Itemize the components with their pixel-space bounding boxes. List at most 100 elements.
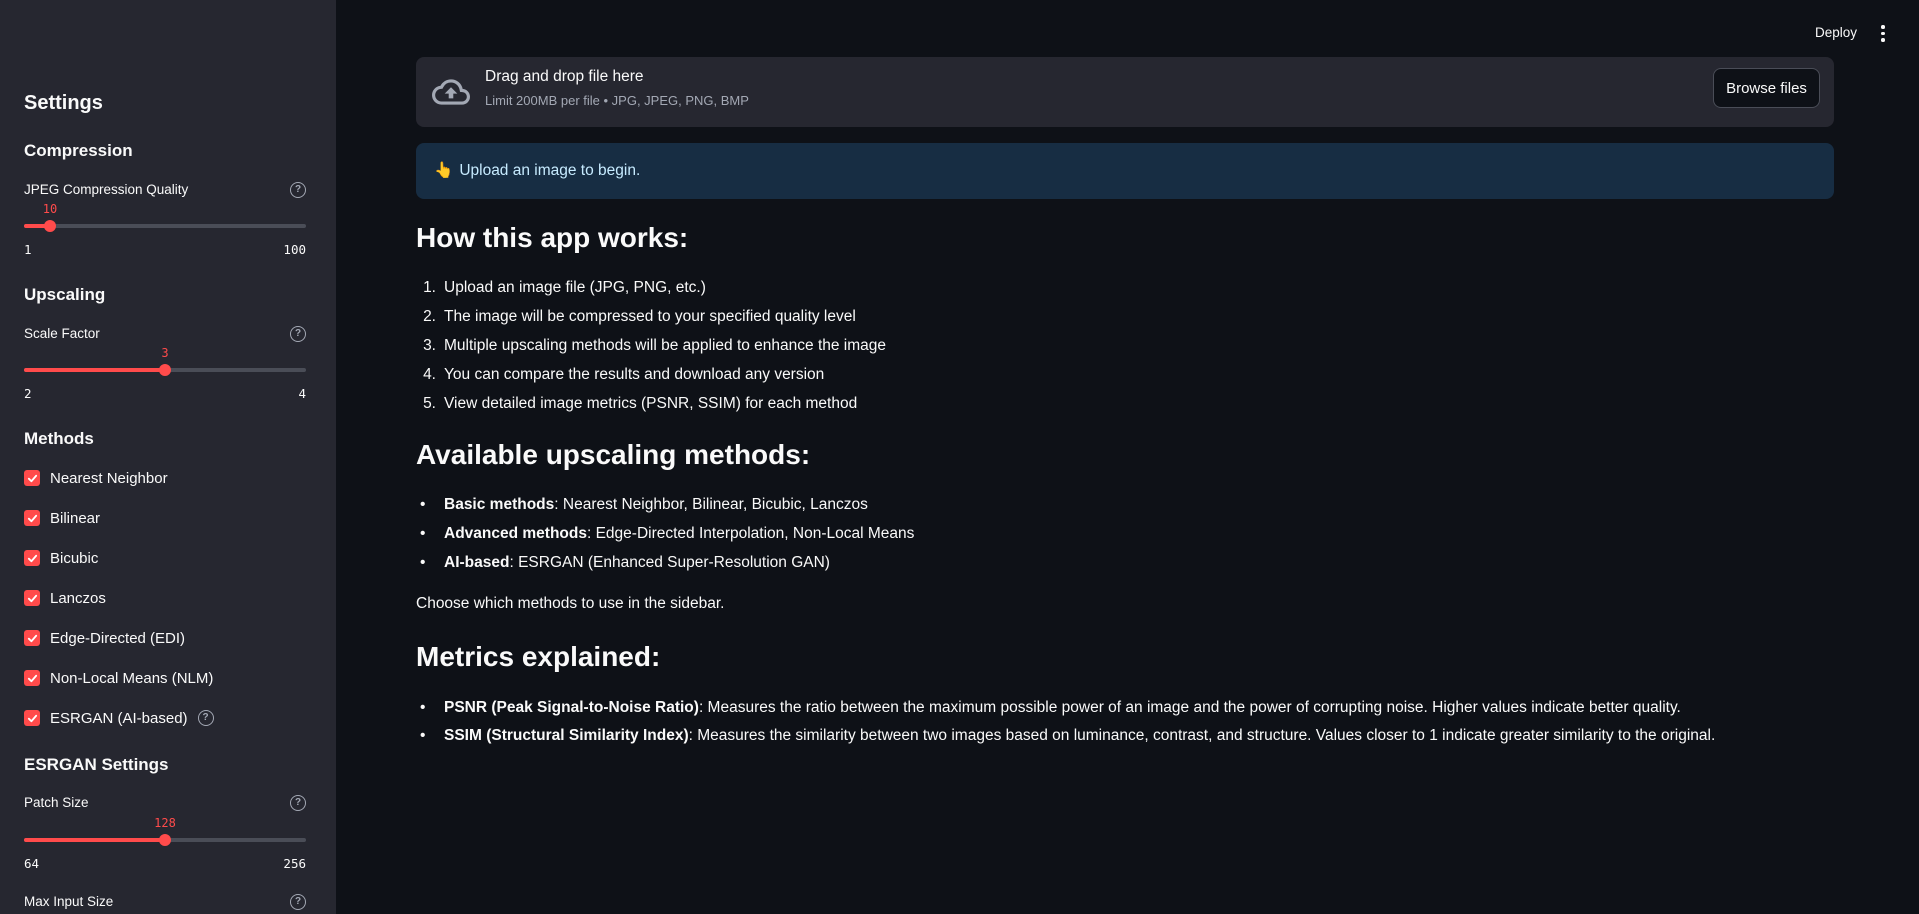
- max-input-help-icon[interactable]: ?: [290, 894, 306, 910]
- patch-slider-fill: [24, 838, 165, 842]
- bullet: •: [420, 699, 426, 716]
- how-step: 4. You can compare the results and downlo…: [416, 366, 824, 384]
- step-number: 5.: [423, 395, 436, 412]
- metric-item-rest: : Measures the ratio between the maximum…: [698, 699, 1681, 716]
- metric-item-text: PSNR (Peak Signal-to-Noise Ratio): Measu…: [444, 699, 1681, 717]
- deploy-button[interactable]: Deploy: [1815, 25, 1857, 40]
- method-checkbox[interactable]: Bicubic: [24, 547, 98, 569]
- how-step: 1. Upload an image file (JPG, PNG, etc.): [416, 279, 706, 297]
- available-item-bold: Advanced methods: [444, 525, 587, 542]
- sidebar: Settings Compression JPEG Compression Qu…: [0, 0, 336, 914]
- method-checkbox[interactable]: Lanczos: [24, 587, 106, 609]
- step-text: You can compare the results and download…: [444, 366, 825, 383]
- available-item-text: Advanced methods: Edge-Directed Interpol…: [444, 525, 914, 543]
- quality-slider-thumb[interactable]: [44, 220, 56, 232]
- method-label: Bilinear: [50, 509, 101, 527]
- how-step: 3. Multiple upscaling methods will be app…: [416, 337, 886, 355]
- patch-help-icon[interactable]: ?: [290, 795, 306, 811]
- how-step: 2. The image will be compressed to your s…: [416, 308, 856, 326]
- methods-heading: Methods: [24, 429, 94, 448]
- step-number: 2.: [423, 308, 436, 325]
- method-label: Edge-Directed (EDI): [50, 629, 186, 647]
- method-label: Nearest Neighbor: [50, 469, 168, 487]
- quality-max: 100: [283, 242, 306, 257]
- how-heading: How this app works:: [416, 222, 689, 253]
- scale-min: 2: [24, 386, 32, 401]
- available-item-rest: : Edge-Directed Interpolation, Non-Local…: [586, 525, 915, 542]
- check-icon[interactable]: [24, 470, 40, 486]
- scale-slider-fill: [24, 368, 165, 372]
- check-icon[interactable]: [24, 510, 40, 526]
- method-checkbox[interactable]: Edge-Directed (EDI): [24, 627, 185, 649]
- scale-help-icon[interactable]: ?: [290, 326, 306, 342]
- cloud-upload-icon: [432, 79, 470, 105]
- check-icon[interactable]: [24, 630, 40, 646]
- step-number: 3.: [423, 337, 436, 354]
- bullet: •: [420, 727, 426, 744]
- info-message: 👆 Upload an image to begin.: [434, 161, 640, 180]
- step-text: View detailed image metrics (PSNR, SSIM)…: [444, 395, 858, 412]
- available-item-rest: : Nearest Neighbor, Bilinear, Bicubic, L…: [554, 496, 868, 513]
- bullet: •: [420, 496, 426, 513]
- metrics-heading: Metrics explained:: [416, 641, 661, 672]
- compression-heading: Compression: [24, 141, 133, 160]
- scale-max: 4: [298, 386, 306, 401]
- method-checkbox[interactable]: Non-Local Means (NLM): [24, 667, 213, 689]
- patch-slider-value: 128: [154, 816, 176, 830]
- metric-item-text: SSIM (Structural Similarity Index): Meas…: [444, 727, 1715, 745]
- quality-slider[interactable]: [24, 220, 306, 232]
- patch-max: 256: [283, 856, 306, 871]
- check-icon[interactable]: [24, 550, 40, 566]
- main-content: Deploy Drag and drop file here Limit 200…: [336, 0, 1919, 914]
- method-checkbox[interactable]: Nearest Neighbor: [24, 467, 168, 489]
- step-text: Multiple upscaling methods will be appli…: [444, 337, 887, 354]
- method-checkbox[interactable]: Bilinear: [24, 507, 100, 529]
- metric-item-rest: : Measures the similarity between two im…: [688, 727, 1716, 744]
- available-item-text: AI-based: ESRGAN (Enhanced Super-Resolut…: [444, 554, 830, 572]
- check-icon[interactable]: [24, 670, 40, 686]
- quality-label: JPEG Compression Quality: [24, 182, 189, 197]
- metric-item-bold: PSNR (Peak Signal-to-Noise Ratio): [444, 699, 699, 716]
- patch-min: 64: [24, 856, 40, 871]
- esrgan-heading: ESRGAN Settings: [24, 755, 169, 774]
- max-input-label: Max Input Size: [24, 894, 114, 909]
- uploader-title: Drag and drop file here: [485, 68, 644, 85]
- available-item-rest: : ESRGAN (Enhanced Super-Resolution GAN): [509, 554, 830, 571]
- available-item-bold: AI-based: [444, 554, 510, 571]
- uploader-subtitle: Limit 200MB per file • JPG, JPEG, PNG, B…: [485, 93, 749, 108]
- method-label: ESRGAN (AI-based): [50, 709, 188, 727]
- method-checkbox[interactable]: ESRGAN (AI-based)?: [24, 707, 214, 729]
- quality-min: 1: [24, 242, 32, 257]
- available-footer: Choose which methods to use in the sideb…: [416, 595, 725, 612]
- file-uploader-dropzone[interactable]: Drag and drop file here Limit 200MB per …: [416, 57, 1834, 127]
- step-text: The image will be compressed to your spe…: [444, 308, 856, 325]
- esrgan-help-icon[interactable]: ?: [197, 710, 214, 726]
- patch-slider-thumb[interactable]: [159, 834, 171, 846]
- scale-slider-value: 3: [161, 346, 169, 360]
- step-number: 1.: [423, 279, 436, 296]
- method-label: Lanczos: [50, 589, 106, 607]
- bullet: •: [420, 525, 426, 542]
- method-label: Bicubic: [50, 549, 99, 567]
- scale-label: Scale Factor: [24, 326, 100, 341]
- quality-help-icon[interactable]: ?: [290, 182, 306, 198]
- metric-item-bold: SSIM (Structural Similarity Index): [444, 727, 689, 744]
- upscaling-heading: Upscaling: [24, 285, 106, 304]
- info-alert: 👆 Upload an image to begin.: [416, 143, 1834, 199]
- quality-slider-value: 10: [42, 202, 58, 216]
- bullet: •: [420, 554, 426, 571]
- available-item-bold: Basic methods: [444, 496, 555, 513]
- available-heading: Available upscaling methods:: [416, 439, 811, 470]
- step-text: Upload an image file (JPG, PNG, etc.): [444, 279, 706, 296]
- scale-slider-thumb[interactable]: [159, 364, 171, 376]
- patch-slider[interactable]: [24, 834, 306, 846]
- check-icon[interactable]: [24, 710, 40, 726]
- available-item-text: Basic methods: Nearest Neighbor, Bilinea…: [444, 496, 868, 514]
- scale-slider[interactable]: [24, 364, 306, 376]
- method-label: Non-Local Means (NLM): [50, 669, 214, 687]
- sidebar-title: Settings: [24, 92, 103, 114]
- browse-files-button[interactable]: Browse files: [1713, 68, 1820, 108]
- kebab-menu-icon[interactable]: [1881, 25, 1885, 42]
- pointing-up-icon: 👆: [434, 162, 454, 179]
- check-icon[interactable]: [24, 590, 40, 606]
